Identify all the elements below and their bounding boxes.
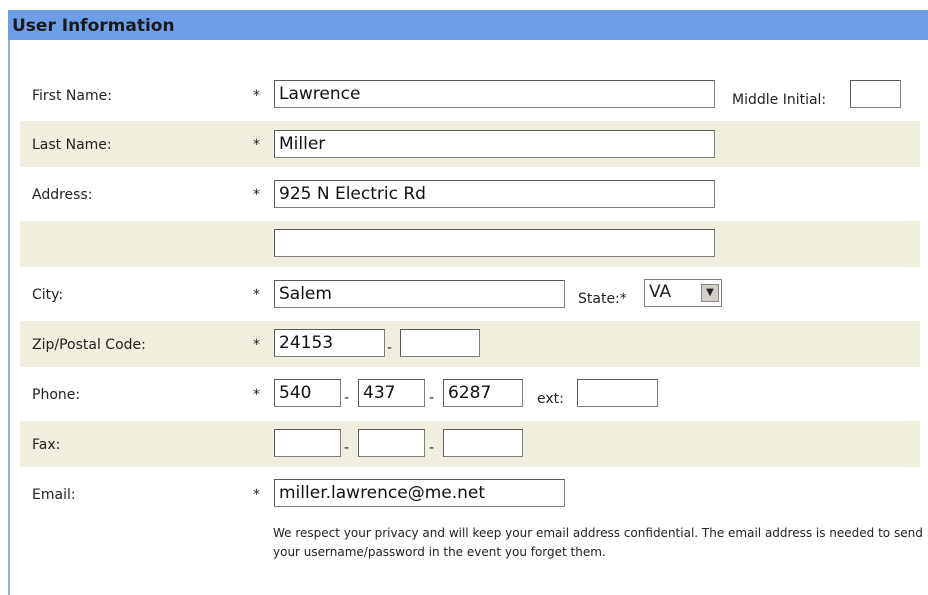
- left-border: [8, 40, 10, 595]
- row-address: Address: * 925 N Electric Rd: [20, 171, 920, 217]
- phone-area-input[interactable]: 540: [274, 379, 341, 407]
- section-title: User Information: [12, 16, 175, 36]
- required-marker: *: [253, 187, 260, 203]
- row-email: Email: * miller.lawrence@me.net: [20, 471, 920, 517]
- dash-separator: -: [344, 390, 350, 406]
- address-line2-input[interactable]: [274, 229, 715, 257]
- address-line1-input[interactable]: 925 N Electric Rd: [274, 180, 715, 208]
- last-name-label: Last Name:: [32, 137, 112, 153]
- middle-initial-label: Middle Initial:: [732, 92, 827, 108]
- row-phone: Phone: * 540 - 437 - 6287 ext:: [20, 371, 920, 417]
- middle-initial-input[interactable]: [850, 80, 901, 108]
- phone-label: Phone:: [32, 387, 81, 403]
- dash-separator: -: [344, 440, 350, 456]
- required-marker: *: [253, 88, 260, 104]
- fax-prefix-input[interactable]: [358, 429, 425, 457]
- address-label: Address:: [32, 187, 93, 203]
- zip-extension-input[interactable]: [400, 329, 480, 357]
- city-input[interactable]: Salem: [274, 280, 565, 308]
- row-city: City: * Salem State:* VA ▼: [20, 271, 920, 317]
- row-address-line2: [20, 221, 920, 267]
- row-fax: Fax: - -: [20, 421, 920, 467]
- section-header: User Information: [8, 10, 928, 40]
- zip-input[interactable]: 24153: [274, 329, 385, 357]
- zip-label: Zip/Postal Code:: [32, 337, 146, 353]
- required-marker: *: [253, 387, 260, 403]
- phone-ext-label: ext:: [537, 391, 564, 407]
- required-marker: *: [253, 487, 260, 503]
- required-marker: *: [253, 137, 260, 153]
- city-label: City:: [32, 287, 64, 303]
- dash-separator: -: [429, 440, 435, 456]
- fax-area-input[interactable]: [274, 429, 341, 457]
- fax-line-input[interactable]: [443, 429, 523, 457]
- row-zip: Zip/Postal Code: * 24153 -: [20, 321, 920, 367]
- fax-label: Fax:: [32, 437, 61, 453]
- first-name-label: First Name:: [32, 88, 112, 104]
- dash-separator: -: [387, 340, 393, 356]
- phone-line-input[interactable]: 6287: [443, 379, 523, 407]
- email-input[interactable]: miller.lawrence@me.net: [274, 479, 565, 507]
- state-value: VA: [649, 282, 672, 302]
- email-label: Email:: [32, 487, 76, 503]
- phone-prefix-input[interactable]: 437: [358, 379, 425, 407]
- privacy-note: We respect your privacy and will keep yo…: [273, 526, 923, 559]
- last-name-input[interactable]: Miller: [274, 130, 715, 158]
- phone-ext-input[interactable]: [577, 379, 658, 407]
- chevron-down-icon[interactable]: ▼: [701, 284, 719, 302]
- first-name-input[interactable]: Lawrence: [274, 80, 715, 108]
- row-last-name: Last Name: * Miller: [20, 121, 920, 167]
- required-marker: *: [253, 287, 260, 303]
- state-select[interactable]: VA ▼: [644, 279, 722, 307]
- state-label: State:*: [578, 291, 627, 307]
- dash-separator: -: [429, 390, 435, 406]
- row-first-name: First Name: * Lawrence Middle Initial:: [20, 72, 920, 118]
- required-marker: *: [253, 337, 260, 353]
